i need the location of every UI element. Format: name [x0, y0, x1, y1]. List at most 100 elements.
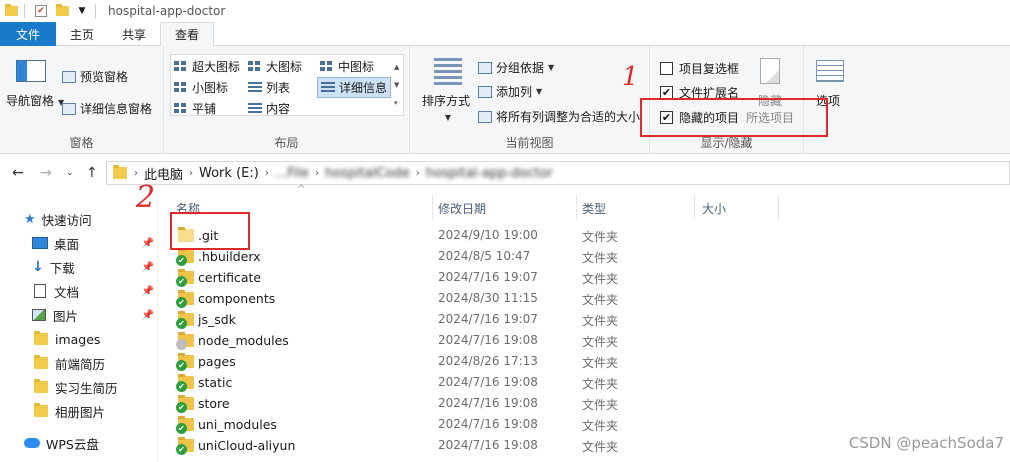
group-by-button[interactable]: 分组依据 ▼: [478, 59, 554, 76]
pin-icon: 📌: [141, 237, 154, 249]
nav-wps-cloud[interactable]: WPS云盘: [24, 432, 156, 454]
table-row[interactable]: .git 2024/9/10 19:00 文件夹: [166, 225, 1010, 246]
recent-locations-icon[interactable]: ⌄: [66, 168, 74, 178]
breadcrumb-folder[interactable]: ...File: [275, 166, 309, 181]
layout-extra-large-icons[interactable]: 超大图标: [174, 58, 240, 75]
add-column-label: 添加列: [496, 85, 533, 99]
annotation-box-git-folder: [170, 212, 250, 250]
nav-item-images[interactable]: images: [34, 328, 156, 350]
nav-label: 相册图片: [55, 404, 106, 420]
gallery-scroll-buttons[interactable]: ▲ ▼ ▾: [394, 58, 399, 112]
nav-item-documents[interactable]: 文档 📌: [32, 280, 156, 302]
pane-group-label: 窗格: [69, 136, 94, 150]
layout-large-icons[interactable]: 大图标: [248, 58, 302, 75]
table-row[interactable]: static 2024/7/16 19:08 文件夹: [166, 372, 1010, 393]
table-row[interactable]: js_sdk 2024/7/16 19:07 文件夹: [166, 309, 1010, 330]
up-arrow-icon[interactable]: ↑: [86, 165, 98, 181]
folder-icon: [34, 331, 48, 345]
table-row[interactable]: components 2024/8/30 11:15 文件夹: [166, 288, 1010, 309]
ribbon: 导航窗格▼ 预览窗格 详细信息窗格 窗格 超大图标 大图标 中图标 小图标 列表…: [0, 46, 1010, 154]
nav-item-downloads[interactable]: ↓ 下载 📌: [32, 256, 156, 278]
table-row[interactable]: uni_modules 2024/7/16 19:08 文件夹: [166, 414, 1010, 435]
layout-small-icons[interactable]: 小图标: [174, 79, 228, 96]
file-name: static: [198, 375, 233, 390]
file-name: uni_modules: [198, 417, 277, 432]
layout-label: 详细信息: [339, 81, 388, 95]
column-divider[interactable]: [576, 194, 577, 220]
nav-item-resume[interactable]: 前端简历: [34, 352, 156, 374]
checkbox[interactable]: [660, 62, 673, 75]
fit-columns-button[interactable]: 将所有列调整为合适的大小: [478, 108, 640, 125]
layout-medium-icons[interactable]: 中图标: [320, 58, 374, 75]
nav-label: 桌面: [54, 236, 80, 252]
tab-view[interactable]: 查看: [160, 22, 215, 47]
column-header-type[interactable]: 类型: [582, 196, 606, 220]
nav-item-album[interactable]: 相册图片: [34, 400, 156, 422]
nav-label: 实习生简历: [55, 380, 118, 396]
breadcrumb-folder[interactable]: hospitalCode: [325, 166, 410, 181]
nav-item-desktop[interactable]: 桌面 📌: [32, 232, 156, 254]
file-date: 2024/8/30 11:15: [438, 291, 538, 305]
nav-pane-icon: [16, 60, 46, 82]
customize-toolbar-icon[interactable]: ▼: [75, 4, 89, 18]
tab-home[interactable]: 主页: [56, 22, 108, 46]
column-divider[interactable]: [432, 194, 433, 220]
layout-group: 超大图标 大图标 中图标 小图标 列表 详细信息 平铺 内容 ▲ ▼ ▾ 布局: [164, 46, 410, 154]
file-name: components: [198, 291, 276, 306]
details-icon: [321, 81, 335, 94]
file-name: certificate: [198, 270, 262, 285]
tiles-icon: [174, 102, 188, 115]
details-pane-button[interactable]: 详细信息窗格: [62, 100, 152, 117]
sort-by-button[interactable]: 排序方式 ▼: [422, 92, 470, 123]
file-date: 2024/7/16 19:07: [438, 312, 538, 326]
breadcrumb-separator: ›: [314, 167, 319, 179]
group-by-icon: [478, 61, 492, 74]
table-row[interactable]: certificate 2024/7/16 19:07 文件夹: [166, 267, 1010, 288]
tab-file[interactable]: 文件: [0, 22, 56, 46]
chevron-down-icon: ▼: [444, 113, 452, 122]
forward-arrow-icon[interactable]: →: [40, 165, 52, 181]
nav-pane-button[interactable]: 导航窗格▼: [6, 92, 64, 109]
divider: [95, 4, 96, 18]
tab-share[interactable]: 共享: [108, 22, 160, 46]
preview-pane-label: 预览窗格: [80, 70, 129, 84]
medium-icons-icon: [320, 60, 334, 73]
extra-large-icons-icon: [174, 60, 188, 73]
back-arrow-icon[interactable]: ←: [12, 165, 24, 181]
table-row[interactable]: store 2024/7/16 19:08 文件夹: [166, 393, 1010, 414]
folder-icon: [34, 355, 48, 369]
table-row[interactable]: pages 2024/8/26 17:13 文件夹: [166, 351, 1010, 372]
layout-details[interactable]: 详细信息: [317, 77, 392, 98]
folder-icon: [113, 165, 127, 179]
nav-item-intern-resume[interactable]: 实习生简历: [34, 376, 156, 398]
layout-content[interactable]: 内容: [248, 100, 290, 117]
annotation-mark-2: 2: [136, 180, 156, 215]
properties-icon[interactable]: ✔: [35, 5, 47, 17]
hide-selected-icon: [760, 58, 780, 84]
ribbon-tabs: 文件 主页 共享 查看: [0, 22, 1010, 47]
folder-icon: [34, 403, 48, 417]
file-date: 2024/9/10 19:00: [438, 228, 538, 242]
layout-tiles[interactable]: 平铺: [174, 100, 216, 117]
synced-folder-icon: [176, 290, 194, 308]
folder-icon: [4, 4, 18, 18]
address-bar[interactable]: › 此电脑 › Work (E:) › ...File › hospitalCo…: [106, 161, 1010, 185]
column-divider[interactable]: [778, 194, 779, 220]
options-icon: [816, 60, 844, 82]
item-checkboxes-toggle[interactable]: 项目复选框: [660, 60, 739, 77]
layout-label: 平铺: [192, 102, 217, 116]
column-header-modified[interactable]: 修改日期: [438, 196, 486, 220]
column-divider[interactable]: [694, 194, 695, 220]
table-row[interactable]: .hbuilderx 2024/8/5 10:47 文件夹: [166, 246, 1010, 267]
breadcrumb-drive[interactable]: Work (E:): [199, 166, 259, 181]
nav-item-pictures[interactable]: 图片 📌: [32, 304, 156, 326]
breadcrumb-current[interactable]: hospital-app-doctor: [426, 166, 553, 181]
file-name: .hbuilderx: [198, 249, 261, 264]
column-header-size[interactable]: 大小: [702, 196, 726, 220]
new-folder-icon[interactable]: [55, 4, 69, 18]
layout-list[interactable]: 列表: [248, 79, 290, 96]
table-row[interactable]: node_modules 2024/7/16 19:08 文件夹: [166, 330, 1010, 351]
add-column-button[interactable]: 添加列 ▼: [478, 83, 542, 100]
breadcrumb-separator: ›: [264, 167, 269, 179]
preview-pane-button[interactable]: 预览窗格: [62, 68, 128, 85]
